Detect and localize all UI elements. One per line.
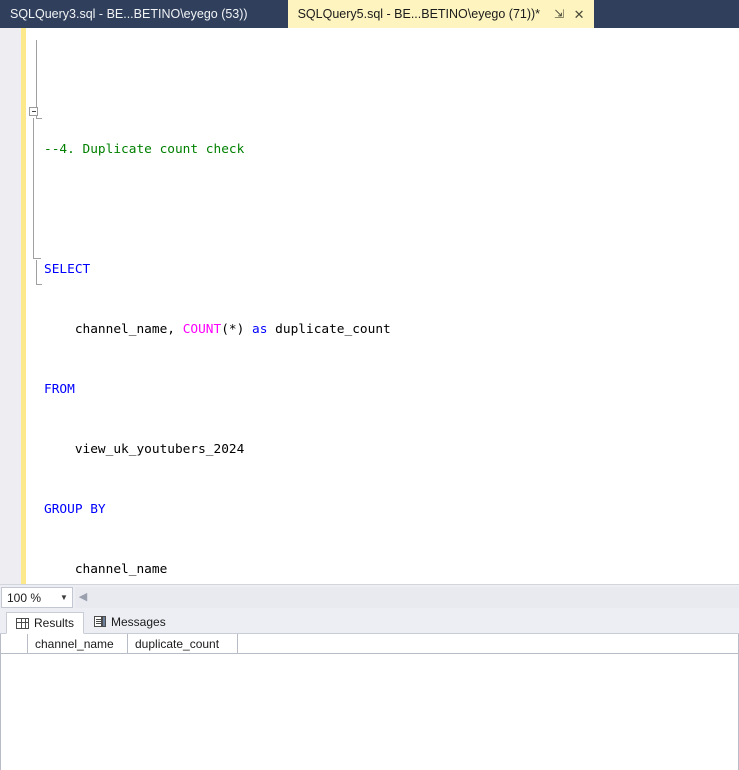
results-grid-header: channel_name duplicate_count <box>1 634 738 654</box>
tab-messages[interactable]: Messages <box>84 611 176 633</box>
editor-horizontal-scrollbar[interactable]: ◀ <box>75 587 739 608</box>
close-icon[interactable]: ✕ <box>572 7 586 21</box>
fold-guide-end-block <box>33 258 41 259</box>
code-token-keyword-as: as <box>252 322 268 337</box>
code-line-comment[interactable]: --4. Duplicate count check <box>42 140 739 160</box>
code-line-groupby-column[interactable]: channel_name <box>42 560 739 580</box>
code-line-select[interactable]: SELECT <box>42 260 739 280</box>
fold-guide-line-tail <box>36 260 37 284</box>
editor-status-bar: 100 % ▼ ◀ <box>0 584 739 610</box>
code-line-groupby[interactable]: GROUP BY <box>42 500 739 520</box>
code-token-comment: --4. Duplicate count check <box>44 142 245 157</box>
scroll-left-arrow-icon[interactable]: ◀ <box>75 592 91 603</box>
tab-sqlquery3[interactable]: SQLQuery3.sql - BE...BETINO\eyego (53)) <box>0 0 264 28</box>
editor-indicator-margin[interactable] <box>0 28 21 584</box>
code-token-star-args: (*) <box>221 322 253 337</box>
code-token-function-count: COUNT <box>182 322 222 337</box>
tab-results[interactable]: Results <box>6 612 85 634</box>
code-line-from[interactable]: FROM <box>42 380 739 400</box>
code-token-alias: duplicate_count <box>267 322 391 337</box>
tab-messages-label: Messages <box>111 615 166 629</box>
results-grid[interactable]: channel_name duplicate_count <box>0 634 739 770</box>
code-token-keyword-group-by: GROUP BY <box>44 502 106 517</box>
code-line[interactable] <box>42 80 739 100</box>
zoom-level-combobox[interactable]: 100 % ▼ <box>1 587 73 608</box>
results-pane: Results Messages channel_name duplicate_… <box>0 610 739 770</box>
code-line-columns[interactable]: channel_name, COUNT(*) as duplicate_coun… <box>42 320 739 340</box>
grid-column-header-duplicate-count[interactable]: duplicate_count <box>128 634 238 653</box>
tab-strip-gap <box>263 0 288 28</box>
editor-tab-strip: SQLQuery3.sql - BE...BETINO\eyego (53)) … <box>0 0 739 28</box>
code-line-table[interactable]: view_uk_youtubers_2024 <box>42 440 739 460</box>
sql-editor[interactable]: --4. Duplicate count check SELECT channe… <box>0 28 739 584</box>
tab-sqlquery5[interactable]: SQLQuery5.sql - BE...BETINO\eyego (71))*… <box>287 0 595 28</box>
collapse-outline-box[interactable] <box>29 107 38 116</box>
grid-select-all-corner[interactable] <box>1 634 28 653</box>
chevron-down-icon[interactable]: ▼ <box>56 593 72 602</box>
code-line[interactable] <box>42 200 739 220</box>
grid-icon <box>16 617 29 629</box>
code-token-keyword-from: FROM <box>44 382 75 397</box>
zoom-level-value: 100 % <box>7 590 42 605</box>
code-token-table-name: view_uk_youtubers_2024 <box>44 442 245 457</box>
pin-icon[interactable]: ⇲ <box>552 7 566 21</box>
tab-sqlquery3-label: SQLQuery3.sql - BE...BETINO\eyego (53)) <box>10 7 248 21</box>
editor-code-area[interactable]: --4. Duplicate count check SELECT channe… <box>42 28 739 584</box>
code-token-groupby-column: channel_name <box>44 562 168 577</box>
grid-column-header-channel-name[interactable]: channel_name <box>28 634 128 653</box>
results-tab-strip: Results Messages <box>0 610 739 634</box>
fold-guide-line-block <box>33 118 34 258</box>
editor-outlining-margin[interactable] <box>26 28 42 584</box>
messages-icon <box>94 616 107 628</box>
tab-sqlquery5-label: SQLQuery5.sql - BE...BETINO\eyego (71))* <box>297 7 541 21</box>
code-token-columns: channel_name, <box>44 322 183 337</box>
code-token-keyword-select: SELECT <box>44 262 91 277</box>
tab-strip-filler <box>594 0 739 28</box>
tab-results-label: Results <box>34 616 75 630</box>
